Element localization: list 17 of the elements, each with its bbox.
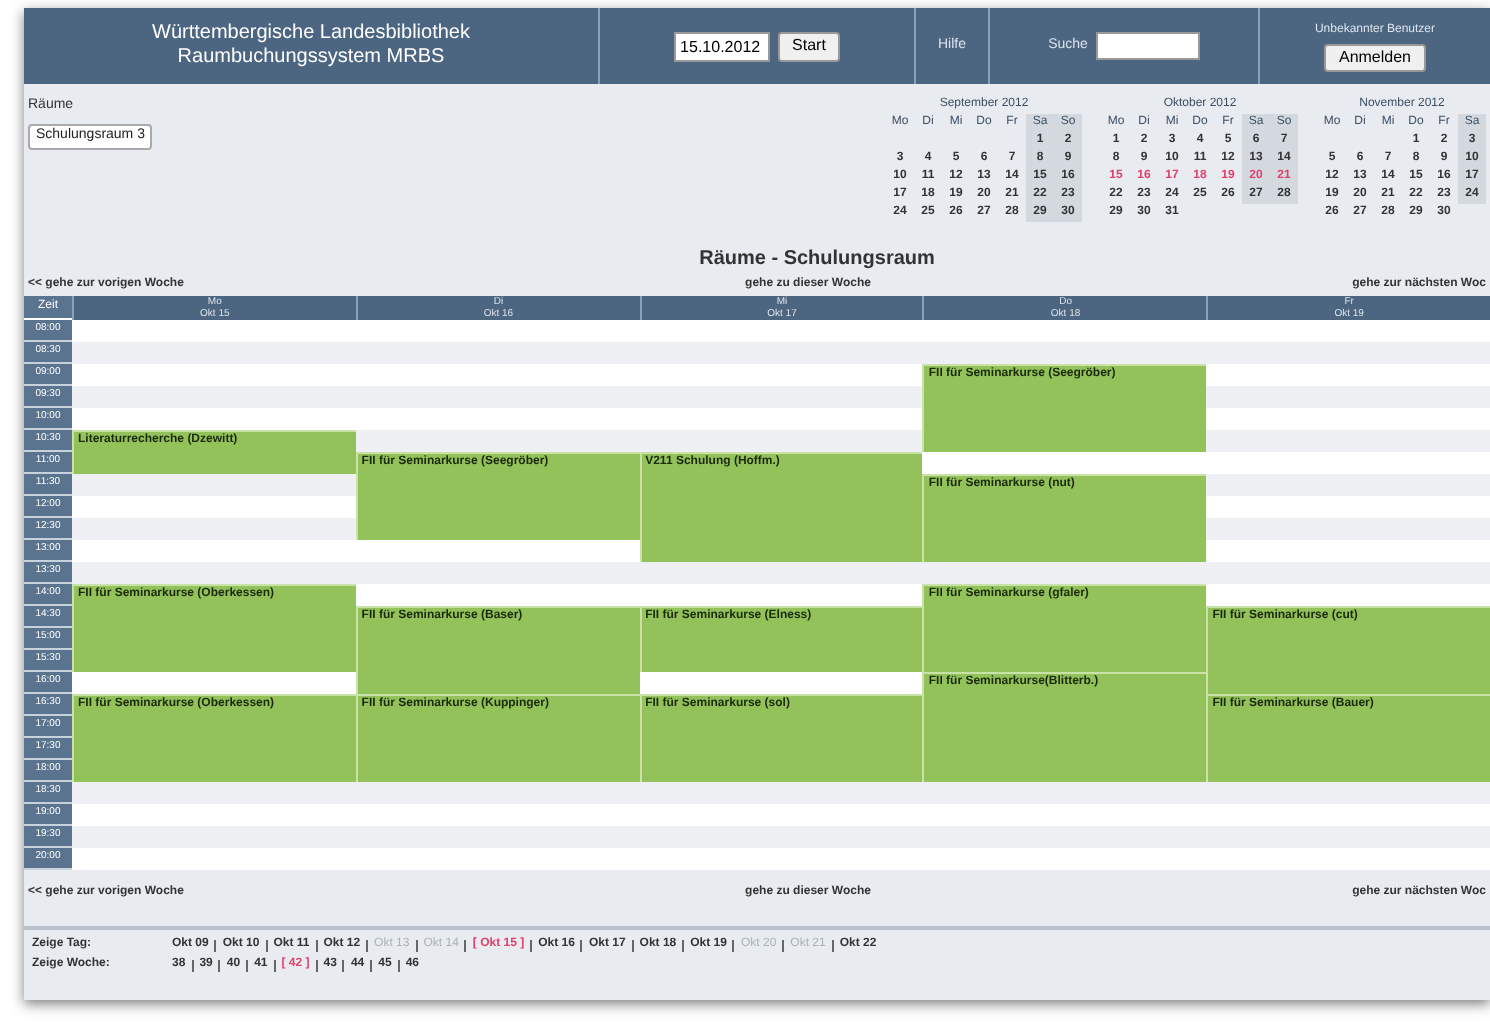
empty-slot[interactable] <box>1206 408 1490 430</box>
start-button[interactable]: Start <box>778 31 840 61</box>
empty-slot[interactable] <box>1206 540 1490 562</box>
search-field[interactable] <box>1095 32 1200 60</box>
empty-slot[interactable] <box>1206 364 1490 386</box>
empty-slot[interactable] <box>1206 386 1490 408</box>
empty-slot[interactable] <box>1206 430 1490 452</box>
empty-slot[interactable] <box>639 672 923 694</box>
empty-slot[interactable] <box>1206 474 1490 496</box>
date-field[interactable]: 15.10.2012 <box>674 31 771 61</box>
site-title: Raumbuchungssystem MRBS <box>177 46 445 70</box>
site-title: Württembergische Landesbibliothek <box>152 22 470 46</box>
empty-slot[interactable] <box>1206 496 1490 518</box>
empty-slot[interactable] <box>1206 518 1490 540</box>
login-button[interactable]: Anmelden <box>1324 43 1426 71</box>
page-title: Räume - Schulungsraum <box>699 246 935 272</box>
empty-slot[interactable] <box>1206 584 1490 606</box>
